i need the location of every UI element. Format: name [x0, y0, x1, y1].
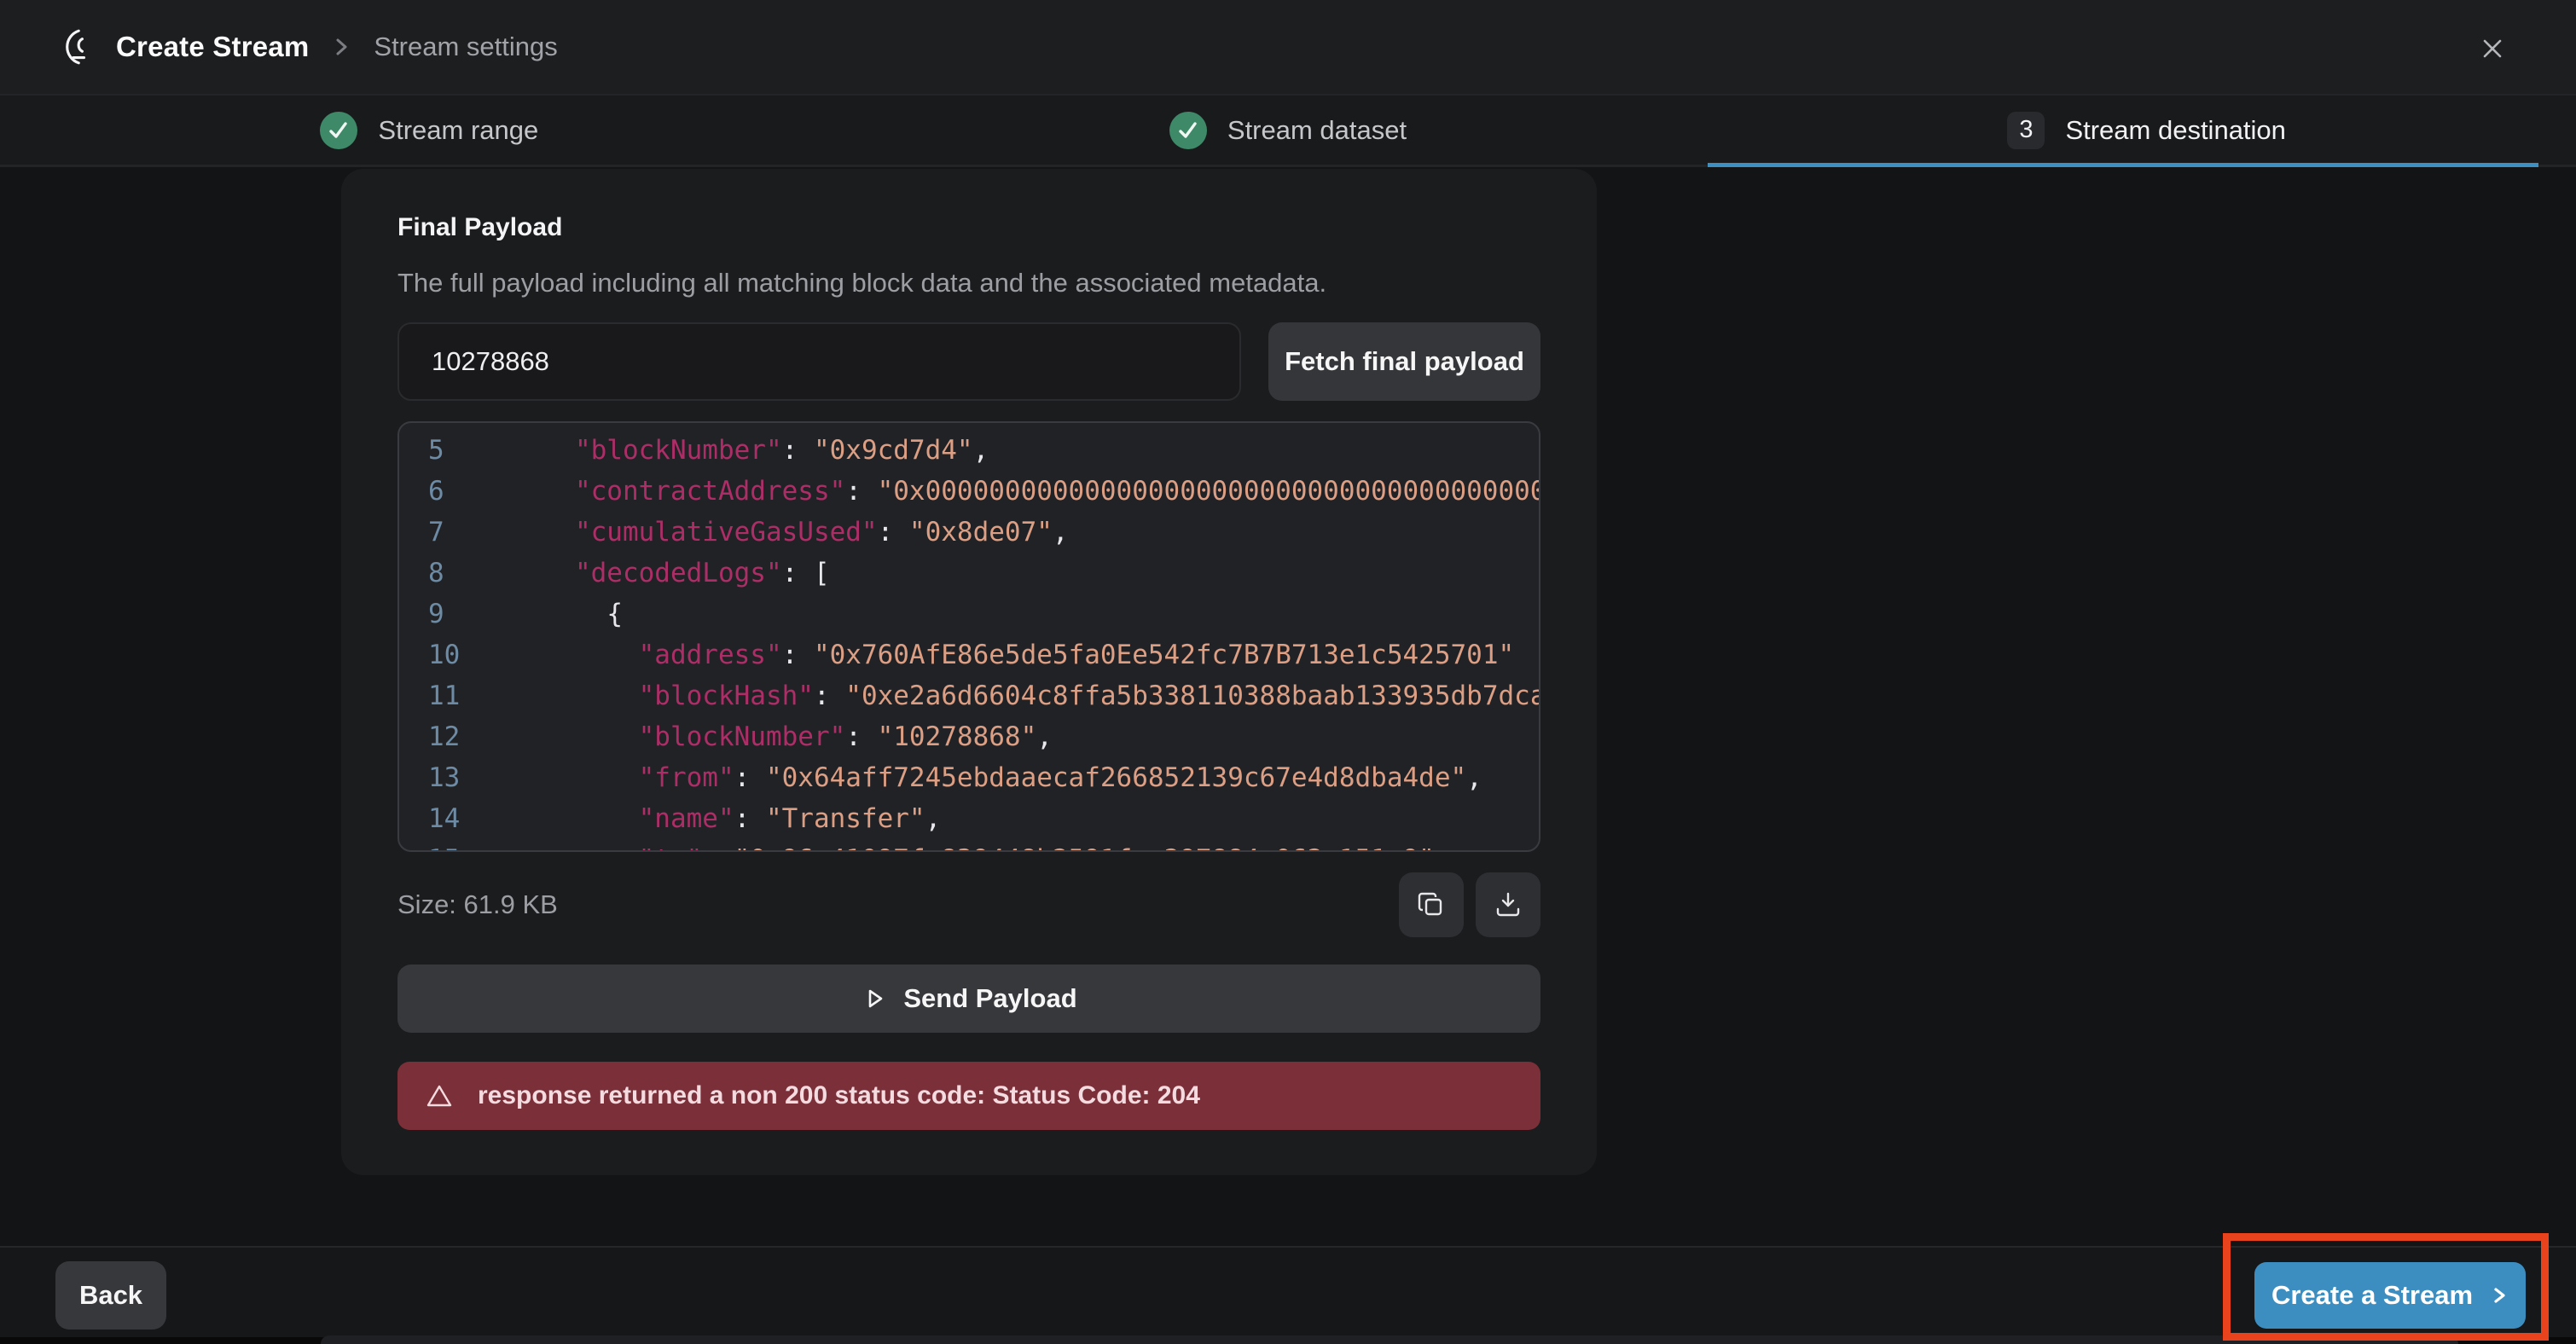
stepper-tabs: Stream range Stream dataset 3 Stream des… [0, 96, 2576, 167]
code-line: 6 "contractAddress": "0x0000000000000000… [428, 471, 1539, 512]
code-viewer[interactable]: 5 "blockNumber": "0x9cd7d4",6 "contractA… [397, 421, 1540, 852]
close-icon[interactable] [2477, 33, 2508, 64]
code-line: 9 { [428, 594, 1539, 634]
code-line: 12 "blockNumber": "10278868", [428, 716, 1539, 757]
step-complete-check-icon [320, 112, 357, 149]
stream-logo-icon [55, 27, 94, 67]
breadcrumb-chevron-icon [333, 32, 350, 61]
code-line: 11 "blockHash": "0xe2a6d6604c8ffa5b33811… [428, 675, 1539, 716]
tab-label: Stream range [378, 115, 538, 146]
page-title: Create Stream [116, 31, 309, 63]
code-line: 10 "address": "0x760AfE86e5de5fa0Ee542fc… [428, 634, 1539, 675]
breadcrumb: Stream settings [374, 32, 557, 62]
code-line: 14 "name": "Transfer", [428, 798, 1539, 839]
tab-stream-dataset[interactable]: Stream dataset [859, 96, 1718, 165]
step-number-badge: 3 [2007, 112, 2045, 149]
modal-header: Create Stream Stream settings [0, 0, 2576, 96]
active-tab-underline [1708, 163, 2538, 167]
page-behind-card-edge [321, 1335, 2458, 1344]
payload-size-label: Size: 61.9 KB [397, 889, 558, 920]
modal-footer: Back Create a Stream [0, 1246, 2576, 1337]
error-banner: response returned a non 200 status code:… [397, 1062, 1540, 1130]
step-complete-check-icon [1169, 112, 1207, 149]
send-payload-button[interactable]: Send Payload [397, 965, 1540, 1033]
tab-stream-range[interactable]: Stream range [0, 96, 859, 165]
download-icon [1493, 889, 1523, 920]
chevron-right-icon [2490, 1283, 2509, 1308]
copy-button[interactable] [1399, 872, 1464, 937]
panel-description: The full payload including all matching … [397, 268, 1540, 298]
fetch-final-payload-button[interactable]: Fetch final payload [1268, 322, 1540, 401]
final-payload-panel: Final Payload The full payload including… [341, 169, 1597, 1175]
tab-label: Stream destination [2065, 115, 2285, 146]
send-payload-label: Send Payload [903, 983, 1076, 1014]
tab-label: Stream dataset [1227, 115, 1407, 146]
back-button[interactable]: Back [55, 1261, 166, 1330]
warning-triangle-icon [425, 1081, 454, 1110]
create-stream-label: Create a Stream [2271, 1280, 2473, 1311]
code-line: 5 "blockNumber": "0x9cd7d4", [428, 430, 1539, 471]
block-input-row: Fetch final payload [397, 322, 1540, 401]
size-row: Size: 61.9 KB [397, 872, 1540, 937]
panel-title: Final Payload [397, 213, 1540, 242]
copy-icon [1416, 889, 1447, 920]
play-icon [861, 985, 888, 1012]
code-line: 7 "cumulativeGasUsed": "0x8de07", [428, 512, 1539, 553]
code-line: 13 "from": "0x64aff7245ebdaaecaf26685213… [428, 757, 1539, 798]
tab-stream-destination[interactable]: 3 Stream destination [1717, 96, 2576, 165]
block-number-input[interactable] [397, 322, 1241, 401]
create-stream-button[interactable]: Create a Stream [2254, 1262, 2526, 1329]
download-button[interactable] [1476, 872, 1540, 937]
code-line: 8 "decodedLogs": [ [428, 553, 1539, 594]
error-message: response returned a non 200 status code:… [478, 1081, 1200, 1110]
code-line: 15 "to": "0x96a41097fc839448b2591fac2978… [428, 839, 1539, 852]
